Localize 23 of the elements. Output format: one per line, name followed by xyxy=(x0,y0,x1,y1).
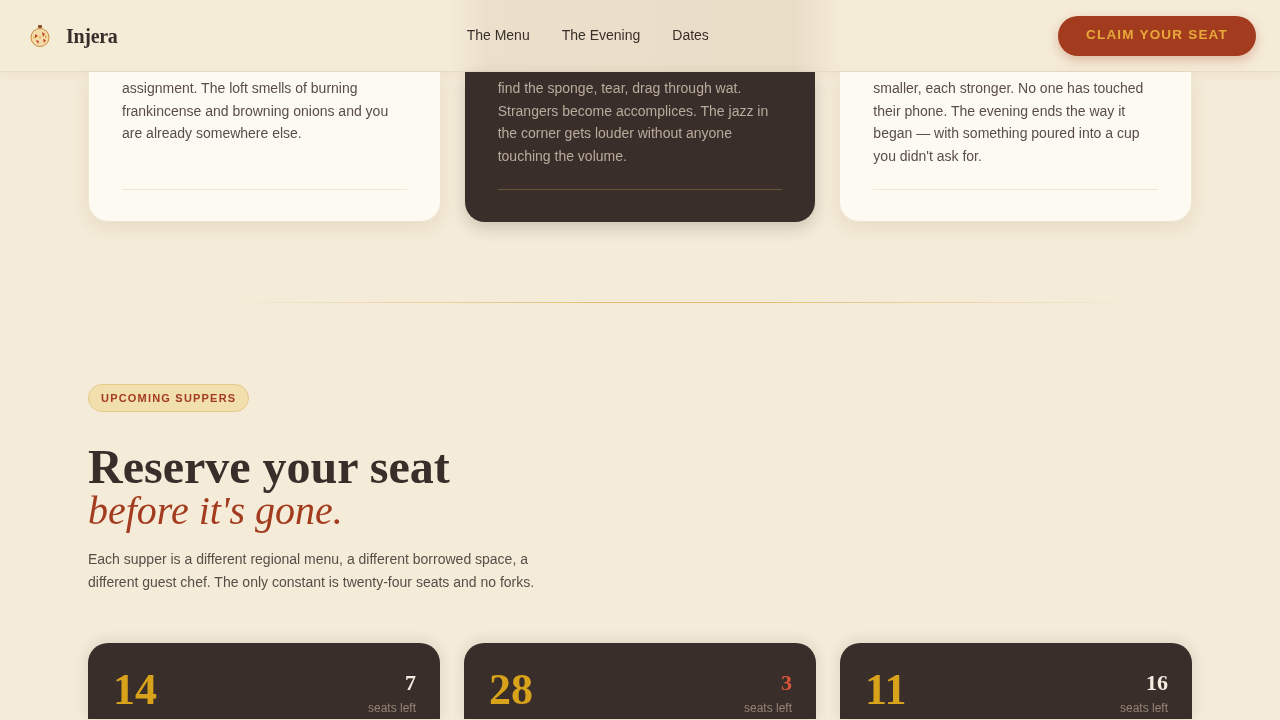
seats-label: seats left xyxy=(367,701,416,715)
nav-link[interactable]: The Evening xyxy=(561,25,641,46)
nav-link[interactable]: Dates xyxy=(672,25,709,46)
seats-label: seats left xyxy=(743,701,792,715)
section-title: Reserve your seat xyxy=(88,442,451,492)
seat-count: 7 xyxy=(405,671,416,695)
supper-card[interactable]: 28 3 seats left xyxy=(464,643,816,719)
supper-card[interactable]: 14 7 seats left xyxy=(88,643,440,719)
story-text: find the sponge, tear, drag through wat. Strangers become accomplices. The jazz in the corner gets louder without anyone touching the volume. xyxy=(497,79,770,167)
brand-name[interactable]: Injera xyxy=(66,20,118,51)
date-number: 28 xyxy=(489,665,533,715)
story-text: smaller, each stronger. No one has touched their phone. The evening ends the way it began — with something poured into a cup you didn't ask for. xyxy=(873,79,1145,167)
nav-link[interactable]: The Menu xyxy=(466,25,530,46)
seat-count: 16 xyxy=(1146,671,1168,695)
seat-count: 3 xyxy=(781,671,792,695)
date-number: 14 xyxy=(113,665,157,715)
section-badge: UPCOMING SUPPERS xyxy=(88,384,250,412)
section-description: Each supper is a different regional menu, a different borrowed space, a different guest chef. The only constant is twenty-four seats and no forks. xyxy=(88,550,536,592)
story-text: assignment. The loft smells of burning frankincense and browning onions and you are already somewhere else. xyxy=(122,79,390,144)
seats-label: seats left xyxy=(1119,701,1168,715)
date-number: 11 xyxy=(865,665,907,715)
supper-card[interactable]: 11 16 seats left xyxy=(840,643,1192,719)
ornament-icon xyxy=(30,24,50,47)
